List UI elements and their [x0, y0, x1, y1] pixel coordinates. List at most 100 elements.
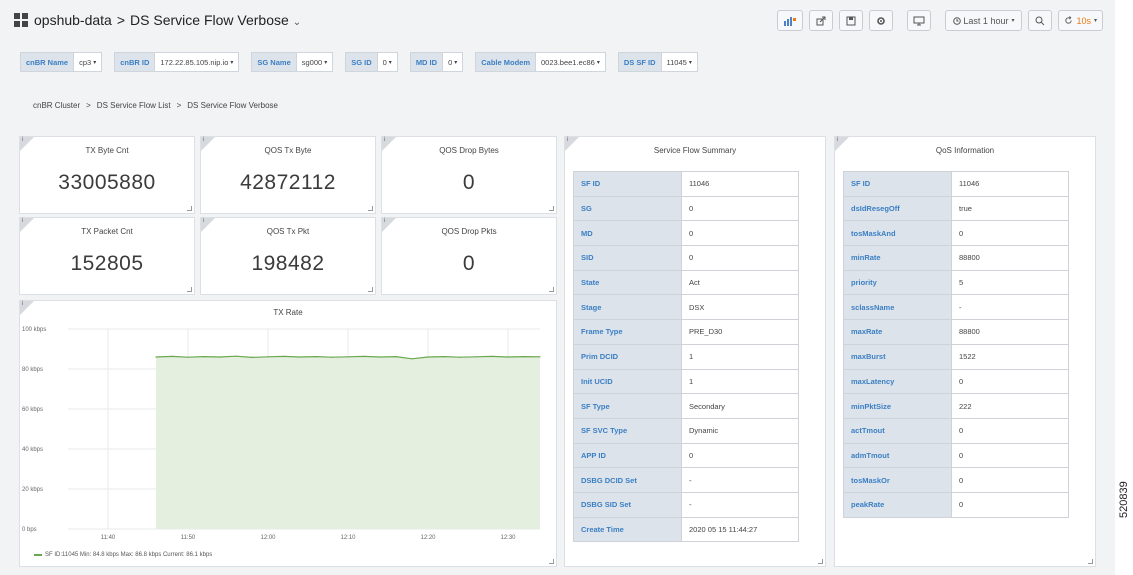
- table-row: APP ID 0: [573, 442, 799, 469]
- resize-handle[interactable]: [368, 287, 373, 292]
- panel-title[interactable]: QoS Information: [835, 146, 1095, 155]
- var-value-select[interactable]: 0 ▾: [443, 52, 464, 72]
- table-row: maxLatency 0: [843, 368, 1069, 395]
- dashboard-title[interactable]: opshub-data > DS Service Flow Verbose ⌄: [34, 12, 301, 28]
- row-value: Secondary: [681, 393, 799, 419]
- resize-handle[interactable]: [187, 287, 192, 292]
- data-point: [203, 356, 205, 358]
- folder-name[interactable]: opshub-data: [34, 12, 112, 28]
- var-label: Cable Modem: [475, 52, 537, 72]
- series-area: [156, 356, 540, 529]
- var-value: cp3: [79, 57, 92, 67]
- resize-handle[interactable]: [818, 559, 823, 564]
- table-row: SF SVC Type Dynamic: [573, 417, 799, 444]
- panel-title[interactable]: QOS Drop Pkts: [382, 227, 556, 236]
- resize-handle[interactable]: [1088, 559, 1093, 564]
- var-value-select[interactable]: cp3 ▾: [74, 52, 103, 72]
- table-row: priority 5: [843, 269, 1069, 296]
- info-icon: i: [203, 218, 205, 224]
- row-key: Init UCID: [573, 368, 682, 395]
- var-value: 0: [382, 57, 387, 67]
- row-value: 0: [681, 195, 799, 222]
- row-key: DSBG DCID Set: [573, 467, 682, 493]
- add-panel-button[interactable]: [777, 10, 804, 31]
- dashboard-name[interactable]: DS Service Flow Verbose: [130, 12, 289, 28]
- var-sg-id[interactable]: SG ID 0 ▾: [345, 52, 398, 72]
- var-value: 11045: [666, 57, 687, 67]
- service-flow-summary-panel[interactable]: i Service Flow Summary SF ID 11046 SG 0 MD 0 S…: [564, 136, 826, 567]
- row-key: SF SVC Type: [573, 417, 682, 444]
- var-cable-modem[interactable]: Cable Modem 0023.bee1.ec86 ▾: [475, 52, 606, 72]
- panel-title[interactable]: QOS Tx Pkt: [201, 227, 375, 236]
- service-flow-summary-table: SF ID 11046 SG 0 MD 0 SID 0 State Act Stage DSX Fram…: [573, 171, 799, 543]
- settings-button[interactable]: [869, 10, 894, 31]
- var-label: cnBR Name: [20, 52, 75, 72]
- zoom-out-button[interactable]: [1028, 10, 1053, 31]
- chevron-down-icon: ▾: [596, 59, 600, 66]
- qos-information-panel[interactable]: i QoS Information SF ID 11046 dsIdResegOff…: [834, 136, 1096, 567]
- breadcrumb-sf-verbose[interactable]: DS Service Flow Verbose: [187, 101, 278, 110]
- resize-handle[interactable]: [549, 206, 554, 211]
- time-picker[interactable]: Last 1 hour ▾: [945, 10, 1023, 31]
- resize-handle[interactable]: [549, 559, 554, 564]
- data-point: [283, 355, 285, 357]
- tx-rate-panel[interactable]: i TX Rate 0 bps 20 kbps 40 kbps 60 kbps 80 k…: [19, 300, 557, 567]
- add-panel-icon: [784, 16, 797, 26]
- var-value-select[interactable]: 172.22.85.105.nip.io ▾: [155, 52, 240, 72]
- panel-title[interactable]: QOS Drop Bytes: [382, 146, 556, 155]
- panel-title[interactable]: QOS Tx Byte: [201, 146, 375, 155]
- row-value: 0: [681, 220, 799, 247]
- refresh-picker[interactable]: 10s ▾: [1058, 10, 1103, 31]
- tv-mode-button[interactable]: [907, 10, 932, 31]
- stat-panel-qos-tx-byte[interactable]: i QOS Tx Byte 42872112: [200, 136, 376, 214]
- data-point: [219, 356, 221, 358]
- table-row: DSBG DCID Set -: [573, 467, 799, 493]
- resize-handle[interactable]: [549, 287, 554, 292]
- resize-handle[interactable]: [368, 206, 373, 211]
- share-button[interactable]: [809, 10, 834, 31]
- data-point: [235, 355, 237, 357]
- legend-text[interactable]: SF ID:11045 Min: 84.8 kbps Max: 86.8 kbp…: [45, 552, 212, 558]
- var-md-id[interactable]: MD ID 0 ▾: [409, 52, 464, 72]
- var-cnbr-name[interactable]: cnBR Name cp3 ▾: [20, 52, 103, 72]
- row-key: admTmout: [843, 442, 952, 469]
- var-value-select[interactable]: sg000 ▾: [296, 52, 334, 72]
- data-point: [331, 356, 333, 358]
- var-value-select[interactable]: 0 ▾: [377, 52, 398, 72]
- y-tick-label: 0 bps: [22, 527, 37, 533]
- var-value-select[interactable]: 0023.bee1.ec86 ▾: [536, 52, 606, 72]
- save-button[interactable]: [839, 10, 864, 31]
- stat-panel-tx-byte[interactable]: i TX Byte Cnt 33005880: [19, 136, 195, 214]
- y-tick-label: 60 kbps: [22, 407, 43, 413]
- row-value: true: [951, 195, 1069, 222]
- search-icon: [1035, 16, 1045, 25]
- table-row: maxRate 88800: [843, 319, 1069, 345]
- share-icon: [816, 16, 826, 25]
- row-key: Create Time: [573, 516, 682, 543]
- breadcrumb-cluster[interactable]: cnBR Cluster: [33, 101, 80, 110]
- breadcrumb-separator: >: [176, 101, 182, 110]
- chart-legend[interactable]: SF ID:11045 Min: 84.8 kbps Max: 86.8 kbp…: [34, 552, 212, 558]
- stat-panel-qos-tx-pkt[interactable]: i QOS Tx Pkt 198482: [200, 217, 376, 295]
- chevron-down-icon: ▾: [324, 59, 328, 66]
- var-sg-name[interactable]: SG Name sg000 ▾: [251, 52, 334, 72]
- stat-panel-qos-drop-pkts[interactable]: i QOS Drop Pkts 0: [381, 217, 557, 295]
- dashboards-grid-icon[interactable]: [14, 13, 28, 27]
- refresh-interval: 10s: [1076, 15, 1091, 26]
- stat-panel-qos-drop-bytes[interactable]: i QOS Drop Bytes 0: [381, 136, 557, 214]
- qos-information-table: SF ID 11046 dsIdResegOff true tosMaskAnd 0 min…: [843, 171, 1069, 518]
- panel-title[interactable]: TX Packet Cnt: [20, 227, 194, 236]
- resize-handle[interactable]: [187, 206, 192, 211]
- chevron-down-icon[interactable]: ⌄: [293, 17, 301, 28]
- panel-title[interactable]: Service Flow Summary: [565, 146, 825, 155]
- row-key: minRate: [843, 245, 952, 271]
- stat-panel-tx-packet[interactable]: i TX Packet Cnt 152805: [19, 217, 195, 295]
- panel-title[interactable]: TX Byte Cnt: [20, 146, 194, 155]
- data-point: [491, 355, 493, 357]
- breadcrumb-sf-list[interactable]: DS Service Flow List: [97, 101, 171, 110]
- var-value-select[interactable]: 11045 ▾: [661, 52, 698, 72]
- var-ds-sf-id[interactable]: DS SF ID 11045 ▾: [617, 52, 698, 72]
- tx-rate-chart[interactable]: 0 bps 20 kbps 40 kbps 60 kbps 80 kbps 100 kbp…: [20, 301, 556, 551]
- var-cnbr-id[interactable]: cnBR ID 172.22.85.105.nip.io ▾: [114, 52, 240, 72]
- row-key: SF ID: [843, 171, 952, 197]
